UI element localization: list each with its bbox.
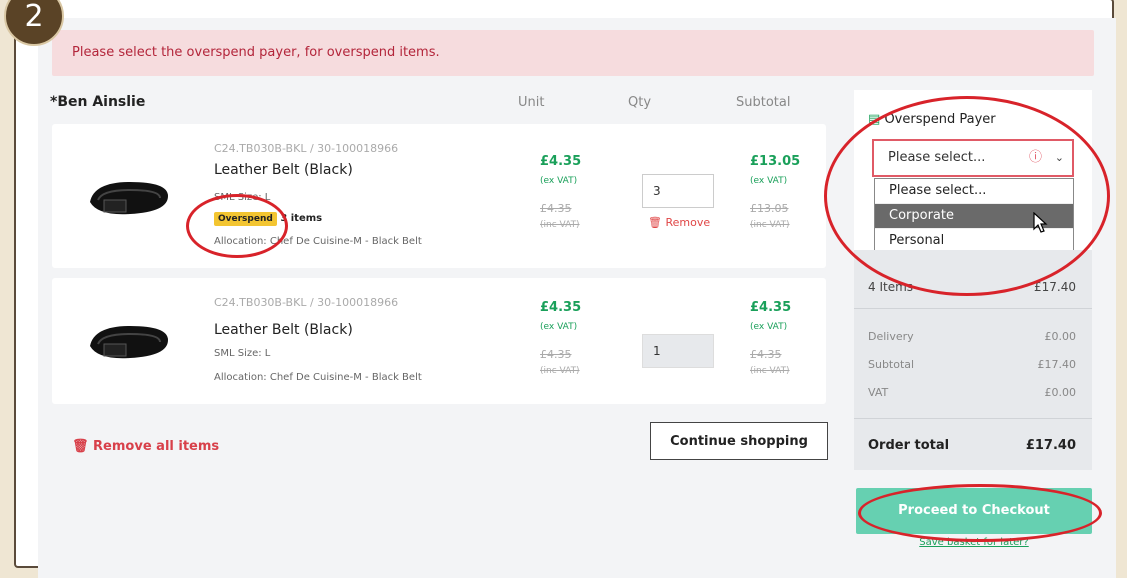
unit-price: £4.35 [540,300,582,315]
quantity-input[interactable]: 1 [642,334,714,368]
subtotal-inc-price: £13.05 [750,202,789,215]
item-sku: C24.TB030B-BKL / 30-100018966 [214,142,399,155]
subtotal-price: £4.35 [750,300,792,315]
order-summary: 4 Items £17.40 Delivery £0.00 Subtotal £… [854,250,1092,470]
item-allocation: Allocation: Chef De Cuisine-M - Black Be… [214,236,422,247]
remove-label: Remove [665,216,711,229]
overspend-count: 3 items [280,213,323,224]
item-name: Leather Belt (Black) [214,162,353,178]
remove-all-label: Remove all items [93,439,220,454]
divider [854,308,1092,309]
proceed-to-checkout-button[interactable]: Proceed to Checkout [856,488,1092,534]
remove-item-button[interactable]: 🗑 Remove [648,216,710,229]
chevron-down-icon: ⌄ [1054,151,1064,164]
item-sku: C24.TB030B-BKL / 30-100018966 [214,296,399,309]
unit-inc-price: £4.35 [540,202,572,215]
customer-name: *Ben Ainslie [50,94,146,110]
basket-page: Please select the overspend payer, for o… [38,18,1116,578]
subtotal-ex-vat: (ex VAT) [750,176,788,186]
subtotal-row: Subtotal £17.40 [868,358,1076,371]
unit-ex-vat: (ex VAT) [540,176,578,186]
column-qty: Qty [628,95,652,110]
vat-row: VAT £0.00 [868,386,1076,399]
items-count: 4 Items [868,280,914,294]
items-row: 4 Items £17.40 [868,280,1076,294]
subtotal-inc-price: £4.35 [750,348,782,361]
remove-all-button[interactable]: 🗑 Remove all items [72,439,219,454]
overspend-line: Overspend 3 items [214,212,322,226]
overspend-alert: Please select the overspend payer, for o… [52,30,1094,76]
save-basket-link[interactable]: Save basket for later? [856,537,1092,548]
item-allocation: Allocation: Chef De Cuisine-M - Black Be… [214,372,422,383]
quantity-input[interactable]: 3 [642,174,714,208]
overspend-badge: Overspend [214,212,277,226]
subtotal-ex-vat: (ex VAT) [750,322,788,332]
basket-item: C24.TB030B-BKL / 30-100018966 Leather Be… [52,124,826,268]
continue-shopping-button[interactable]: Continue shopping [650,422,828,460]
column-subtotal: Subtotal [736,95,791,110]
trash-icon: 🗑 [648,216,662,229]
overspend-payer-title: ▤ Overspend Payer [868,112,996,127]
item-size: SML Size: L [214,348,271,359]
unit-inc-price: £4.35 [540,348,572,361]
select-value: Please select... [888,150,986,165]
overspend-payer-select[interactable]: Please select... ⓘ ⌄ [872,139,1074,177]
error-icon: ⓘ [1028,150,1042,165]
subtotal-inc-label: (inc VAT) [750,220,790,230]
unit-price: £4.35 [540,154,582,169]
card-icon: ▤ [868,112,881,127]
basket-item: C24.TB030B-BKL / 30-100018966 Leather Be… [52,278,826,404]
belt-image [90,326,168,359]
app-frame: Please select the overspend payer, for o… [4,0,1116,578]
subtotal-price: £13.05 [750,154,801,169]
items-total: £17.40 [1034,280,1076,294]
unit-ex-vat: (ex VAT) [540,322,578,332]
column-unit: Unit [518,95,545,110]
subtotal-inc-label: (inc VAT) [750,366,790,376]
cursor-icon [1033,212,1048,233]
order-total-row: Order total £17.40 [868,438,1076,453]
unit-inc-label: (inc VAT) [540,220,580,230]
unit-inc-label: (inc VAT) [540,366,580,376]
divider [854,418,1092,419]
delivery-row: Delivery £0.00 [868,330,1076,343]
item-name: Leather Belt (Black) [214,322,353,338]
trash-icon: 🗑 [72,439,89,454]
belt-image [90,182,168,215]
dropdown-option[interactable]: Please select... [875,179,1073,204]
item-size: SML Size: L [214,192,271,203]
